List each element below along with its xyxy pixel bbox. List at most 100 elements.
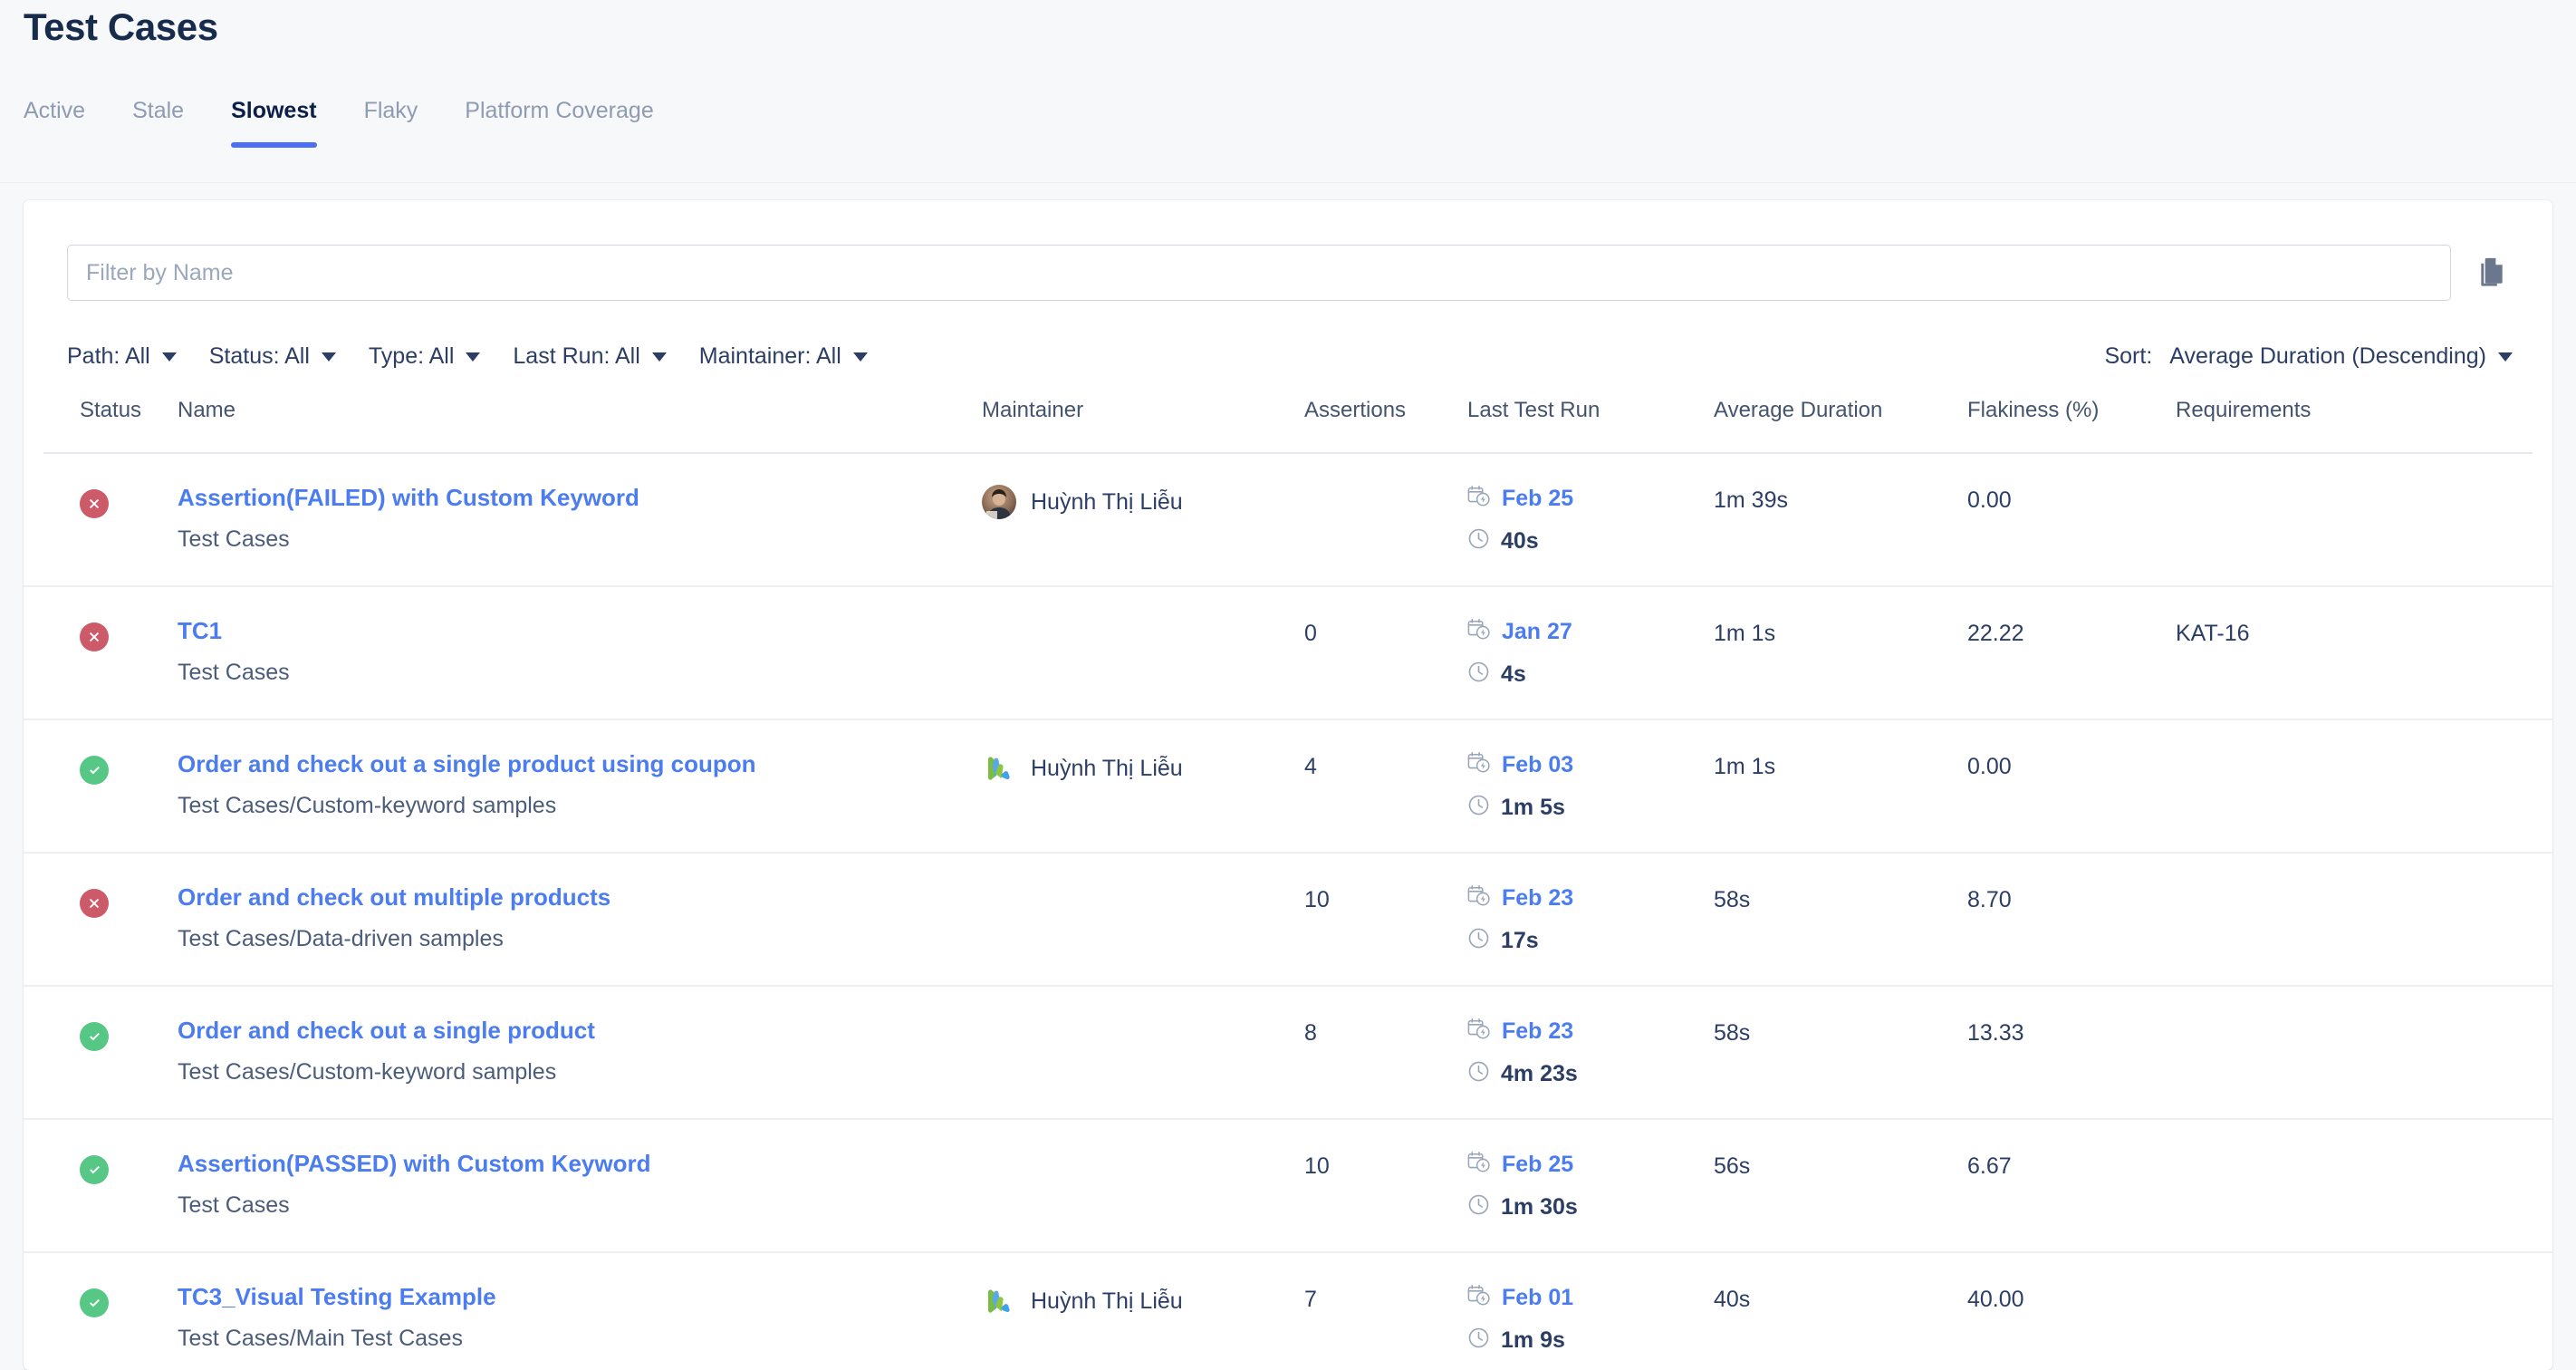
tab-slowest[interactable]: Slowest bbox=[207, 98, 340, 148]
name-cell: Order and check out multiple products Tes… bbox=[178, 883, 982, 952]
status-badge bbox=[80, 884, 178, 918]
last-run-duration: 40s bbox=[1501, 527, 1539, 554]
filter-status[interactable]: Status: All bbox=[197, 338, 356, 375]
table-header-row: Status Name Maintainer Assertions Last Test … bbox=[24, 396, 2552, 452]
column-header-average-duration[interactable]: Average Duration bbox=[1714, 396, 1967, 423]
last-test-run-cell: Feb 23 17s bbox=[1467, 884, 1714, 954]
column-header-requirements[interactable]: Requirements bbox=[2176, 396, 2552, 423]
table-row[interactable]: Assertion(FAILED) with Custom Keyword Tes… bbox=[24, 454, 2552, 587]
last-run-date-link[interactable]: Feb 01 bbox=[1502, 1285, 1573, 1311]
last-test-run-cell: Feb 03 1m 5s bbox=[1467, 751, 1714, 821]
last-run-duration: 1m 5s bbox=[1501, 794, 1565, 820]
check-circle-icon bbox=[80, 756, 109, 785]
last-run-duration-line: 1m 5s bbox=[1467, 794, 1714, 821]
last-run-date-link[interactable]: Feb 23 bbox=[1502, 885, 1573, 912]
test-case-link[interactable]: Assertion(FAILED) with Custom Keyword bbox=[178, 484, 982, 512]
controls-row: Path: All Status: All Type: All Last Run: A… bbox=[67, 338, 2513, 375]
table-row[interactable]: Order and check out a single product Test… bbox=[24, 987, 2552, 1120]
status-badge bbox=[80, 485, 178, 518]
column-header-assertions[interactable]: Assertions bbox=[1304, 396, 1467, 423]
clock-icon bbox=[1467, 1193, 1490, 1220]
sort-label: Sort: bbox=[2104, 343, 2153, 369]
chevron-down-icon bbox=[466, 352, 481, 362]
filter-label: Last Run: All bbox=[513, 343, 640, 369]
last-run-date-line: Feb 03 bbox=[1467, 751, 1714, 779]
check-circle-icon bbox=[80, 1288, 109, 1317]
calendar-run-icon bbox=[1467, 1151, 1491, 1179]
flakiness-value: 0.00 bbox=[1967, 754, 2012, 779]
test-case-path: Test Cases/Custom-keyword samples bbox=[178, 1058, 557, 1085]
test-case-path: Test Cases bbox=[178, 659, 290, 685]
status-badge bbox=[80, 1284, 178, 1317]
avatar-katalon-logo bbox=[982, 1284, 1016, 1318]
requirements-value bbox=[2176, 1151, 2552, 1153]
last-run-duration-line: 1m 9s bbox=[1467, 1327, 1714, 1354]
requirements-value bbox=[2176, 1018, 2552, 1020]
search-input[interactable] bbox=[67, 245, 2451, 301]
test-case-link[interactable]: TC3_Visual Testing Example bbox=[178, 1283, 982, 1311]
test-case-link[interactable]: Order and check out multiple products bbox=[178, 883, 982, 912]
filter-last-run[interactable]: Last Run: All bbox=[500, 338, 686, 375]
column-header-flakiness[interactable]: Flakiness (%) bbox=[1967, 396, 2176, 423]
average-duration-value: 56s bbox=[1714, 1153, 1751, 1179]
requirements-value bbox=[2176, 884, 2552, 887]
name-cell: Order and check out a single product Test… bbox=[178, 1017, 982, 1085]
column-header-last-test-run[interactable]: Last Test Run bbox=[1467, 396, 1714, 423]
name-cell: Order and check out a single product usi… bbox=[178, 750, 982, 819]
clock-icon bbox=[1467, 1060, 1490, 1087]
filter-maintainer[interactable]: Maintainer: All bbox=[687, 338, 888, 375]
last-run-duration: 17s bbox=[1501, 927, 1539, 953]
tab-platform-coverage[interactable]: Platform Coverage bbox=[441, 98, 677, 148]
tab-active[interactable]: Active bbox=[24, 98, 109, 148]
assertions-value: 4 bbox=[1304, 754, 1317, 779]
last-test-run-cell: Feb 25 1m 30s bbox=[1467, 1151, 1714, 1220]
last-run-date-link[interactable]: Feb 23 bbox=[1502, 1018, 1573, 1045]
table-row[interactable]: Assertion(PASSED) with Custom Keyword Tes… bbox=[24, 1120, 2552, 1253]
error-circle-icon bbox=[80, 489, 109, 518]
clock-icon bbox=[1467, 661, 1490, 688]
clock-icon bbox=[1467, 927, 1490, 954]
chevron-down-icon bbox=[852, 352, 868, 362]
chevron-down-icon bbox=[2498, 352, 2513, 362]
search-row bbox=[67, 245, 2513, 301]
maintainer-name: Huỳnh Thị Liễu bbox=[1031, 755, 1183, 781]
column-header-name[interactable]: Name bbox=[178, 396, 982, 423]
chevron-down-icon bbox=[321, 352, 336, 362]
filter-label: Path: All bbox=[67, 343, 150, 369]
sort-control[interactable]: Sort: Average Duration (Descending) bbox=[2104, 343, 2513, 370]
table-row[interactable]: TC3_Visual Testing Example Test Cases/Mai… bbox=[24, 1253, 2552, 1370]
table-body: Assertion(FAILED) with Custom Keyword Tes… bbox=[24, 454, 2552, 1370]
test-case-link[interactable]: Order and check out a single product bbox=[178, 1017, 982, 1045]
clock-icon bbox=[1467, 1327, 1490, 1354]
status-badge bbox=[80, 1018, 178, 1051]
last-run-date-link[interactable]: Feb 03 bbox=[1502, 752, 1573, 778]
filter-type[interactable]: Type: All bbox=[356, 338, 501, 375]
test-case-path: Test Cases/Data-driven samples bbox=[178, 925, 504, 951]
last-run-duration-line: 17s bbox=[1467, 927, 1714, 954]
name-cell: Assertion(FAILED) with Custom Keyword Tes… bbox=[178, 484, 982, 553]
table-row[interactable]: Order and check out multiple products Tes… bbox=[24, 854, 2552, 987]
test-case-link[interactable]: Assertion(PASSED) with Custom Keyword bbox=[178, 1150, 982, 1178]
tab-flaky[interactable]: Flaky bbox=[341, 98, 442, 148]
filter-path[interactable]: Path: All bbox=[67, 338, 197, 375]
last-run-date-link[interactable]: Feb 25 bbox=[1502, 486, 1573, 512]
calendar-run-icon bbox=[1467, 618, 1491, 646]
maintainer-cell: Huỳnh Thị Liễu bbox=[982, 485, 1304, 519]
table-row[interactable]: Order and check out a single product usi… bbox=[24, 720, 2552, 854]
check-circle-icon bbox=[80, 1155, 109, 1184]
assertions-value: 10 bbox=[1304, 887, 1330, 912]
average-duration-value: 40s bbox=[1714, 1287, 1751, 1312]
column-header-status[interactable]: Status bbox=[80, 396, 178, 423]
check-circle-icon bbox=[80, 1022, 109, 1051]
tab-stale[interactable]: Stale bbox=[109, 98, 207, 148]
name-cell: Assertion(PASSED) with Custom Keyword Tes… bbox=[178, 1150, 982, 1219]
copy-icon[interactable] bbox=[2471, 252, 2513, 294]
assertions-value: 7 bbox=[1304, 1287, 1317, 1312]
last-run-date-link[interactable]: Feb 25 bbox=[1502, 1152, 1573, 1178]
flakiness-value: 13.33 bbox=[1967, 1020, 2024, 1046]
last-run-date-link[interactable]: Jan 27 bbox=[1502, 619, 1572, 645]
table-row[interactable]: TC1 Test Cases 0 Jan 27 4s 1m 1s 22.22 KAT-16 bbox=[24, 587, 2552, 720]
test-case-link[interactable]: Order and check out a single product usi… bbox=[178, 750, 982, 778]
test-case-link[interactable]: TC1 bbox=[178, 617, 982, 645]
column-header-maintainer[interactable]: Maintainer bbox=[982, 396, 1304, 423]
